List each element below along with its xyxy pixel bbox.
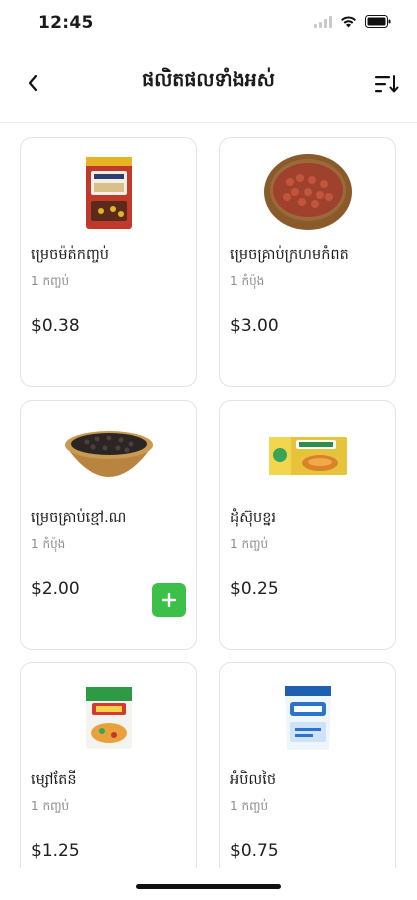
product-card[interactable]: ម្រេចម៉ត់កញ្ចប់ 1 កញ្ចប់ $0.38 [20,137,197,387]
product-image [21,677,196,759]
battery-icon [365,15,391,28]
product-price: $0.25 [230,579,279,599]
plus-icon [162,593,176,607]
product-card[interactable]: ដុំស៊ុបខ្នរ 1 កញ្ចប់ $0.25 [219,400,396,650]
product-grid: ម្រេចម៉ត់កញ្ចប់ 1 កញ្ចប់ $0.38 ម្រេចគ្រា… [0,123,417,868]
product-name: ម្រេចម៉ត់កញ្ចប់ [31,247,109,263]
product-price: $1.25 [31,841,80,861]
wifi-icon [341,15,356,27]
product-unit: 1 កញ្ចប់ [230,799,269,813]
salt-bag-icon [284,686,331,750]
product-image [220,152,395,234]
add-to-cart-button[interactable] [152,583,186,617]
red-pepper-bowl-icon [263,154,352,230]
product-name: អំបិលថៃ [230,772,277,788]
soup-cube-box-icon [268,437,347,475]
page-title: ផលិតផលទាំងអស់ [142,69,275,91]
product-image [21,152,196,234]
product-name: ដុំស៊ុបខ្នរ [230,510,277,526]
app-header: ផលិតផលទាំងអស់ [0,48,417,123]
product-unit: 1 កញ្ចប់ [230,537,269,551]
product-card[interactable]: ម្រេចគ្រាប់ខ្មៅ.ណ 1 កំប៉ុង $2.00 [20,400,197,650]
product-card[interactable]: អំបិលថៃ 1 កញ្ចប់ $0.75 [219,662,396,868]
seasoning-packet-icon [85,687,132,749]
sort-button[interactable] [371,68,403,100]
status-bar: 12:45 [0,0,417,48]
product-image [220,415,395,497]
product-unit: 1 កញ្ចប់ [31,799,70,813]
signal-icon [314,15,332,28]
product-image [21,415,196,497]
product-price: $0.38 [31,316,80,336]
product-price: $3.00 [230,316,279,336]
product-unit: 1 កំប៉ុង [230,274,265,288]
product-unit: 1 កំប៉ុង [31,537,66,551]
product-card[interactable]: ម្សៅតែនី 1 កញ្ចប់ $1.25 [20,662,197,868]
product-name: ម្រេចគ្រាប់ក្រហមកំពត [230,247,349,263]
product-card[interactable]: ម្រេចគ្រាប់ក្រហមកំពត 1 កំប៉ុង $3.00 [219,137,396,387]
product-name: ម្រេចគ្រាប់ខ្មៅ.ណ [31,510,127,526]
product-image [220,677,395,759]
sort-icon [375,75,399,93]
product-price: $2.00 [31,579,80,599]
product-name: ម្សៅតែនី [31,772,77,788]
status-icons [314,15,391,28]
black-pepper-bowl-icon [64,431,153,477]
home-indicator [136,884,281,889]
product-price: $0.75 [230,841,279,861]
status-time: 12:45 [38,13,94,33]
pepper-packet-icon [85,157,132,229]
product-unit: 1 កញ្ចប់ [31,274,70,288]
